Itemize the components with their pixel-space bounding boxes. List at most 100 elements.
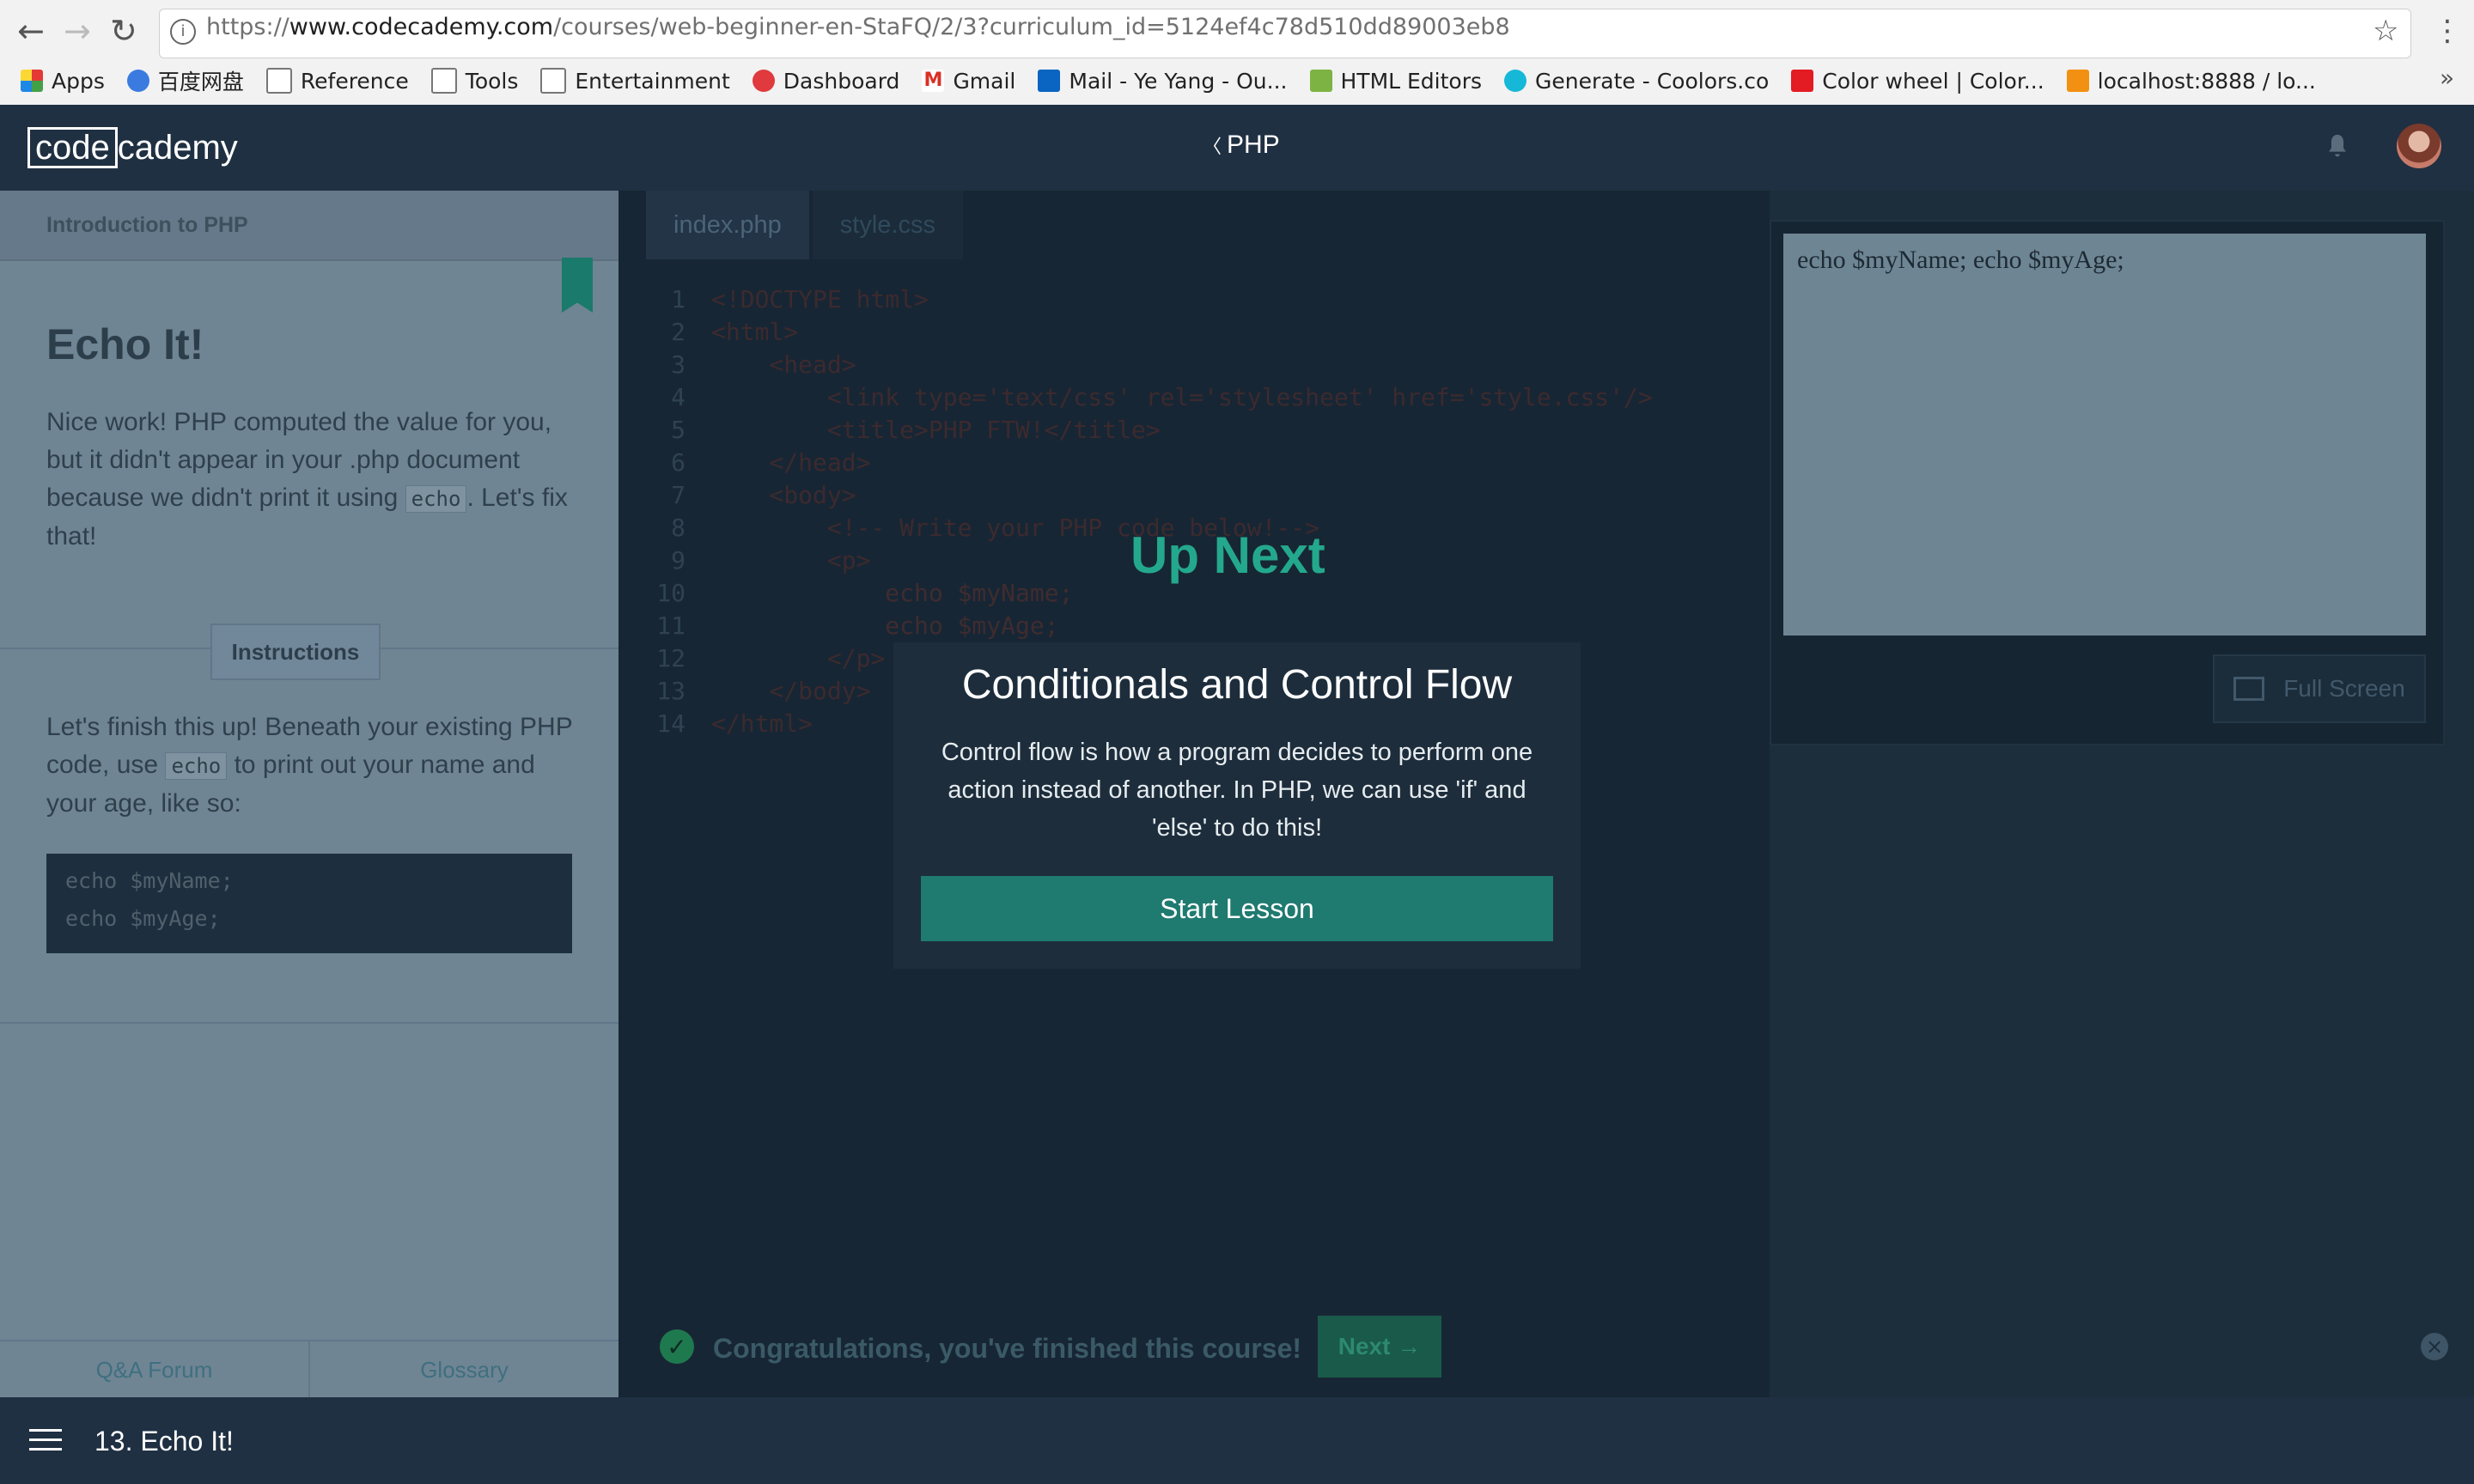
code-line: 5 <title>PHP FTW!</title> xyxy=(653,414,1653,447)
bookmark-coolors[interactable]: Generate - Coolors.co xyxy=(1504,69,1769,94)
course-title[interactable]: 〈 PHP xyxy=(1203,131,1280,160)
bookmark-tools[interactable]: Tools xyxy=(430,68,518,94)
info-icon[interactable]: i xyxy=(170,19,196,45)
example-code-block: echo $myName; echo $myAge; xyxy=(46,854,572,953)
line-number: 14 xyxy=(656,709,686,738)
chrome-menu-icon[interactable]: ⋮ xyxy=(2433,14,2462,48)
bookmark-html-editors[interactable]: HTML Editors xyxy=(1309,69,1482,94)
code-text: <!DOCTYPE html> xyxy=(711,285,929,313)
bookmark-localhost[interactable]: localhost:8888 / lo... xyxy=(2066,69,2316,94)
next-button[interactable]: Next → xyxy=(1318,1316,1441,1378)
html-icon xyxy=(1309,70,1332,92)
code-text: <title>PHP FTW!</title> xyxy=(711,416,1161,444)
line-number: 12 xyxy=(656,644,686,672)
line-number: 7 xyxy=(671,481,686,509)
modal-title: Conditionals and Control Flow xyxy=(961,662,1513,708)
bookmark-apps[interactable]: Apps xyxy=(21,69,105,94)
code-text: <html> xyxy=(711,318,799,346)
code-line: 3 <head> xyxy=(653,349,1653,381)
bell-icon[interactable] xyxy=(2323,132,2352,161)
code-text: <body> xyxy=(711,481,856,509)
bookmark-entertainment[interactable]: Entertainment xyxy=(540,68,730,94)
cloud-icon xyxy=(126,70,149,92)
hamburger-menu-icon[interactable] xyxy=(29,1429,62,1451)
code-line: 1 <!DOCTYPE html> xyxy=(653,283,1653,316)
folder-icon xyxy=(540,68,567,94)
congrats-message: Congratulations, you've finished this co… xyxy=(713,1333,1302,1364)
adobe-icon xyxy=(1791,70,1814,92)
chevron-left-icon: 〈 xyxy=(1203,136,1222,157)
bookmark-baidu[interactable]: 百度网盘 xyxy=(126,65,244,96)
divider xyxy=(0,1022,618,1024)
code-text: <head> xyxy=(711,350,856,379)
bookmarks-bar: Apps 百度网盘 Reference Tools Entertainment … xyxy=(21,64,2338,98)
current-lesson-label: 13. Echo It! xyxy=(94,1426,234,1457)
qa-forum-link[interactable]: Q&A Forum xyxy=(0,1341,310,1399)
apps-grid-icon xyxy=(21,70,43,92)
fullscreen-icon xyxy=(2233,677,2265,701)
line-number: 13 xyxy=(656,677,686,705)
bookmark-reference[interactable]: Reference xyxy=(265,68,409,94)
coolors-icon xyxy=(1504,70,1527,92)
folder-icon xyxy=(430,68,457,94)
code-line: 6 </head> xyxy=(653,447,1653,479)
gmail-icon: M xyxy=(922,70,945,92)
bookmark-gmail[interactable]: M Gmail xyxy=(922,69,1015,94)
fullscreen-button[interactable]: Full Screen xyxy=(2213,654,2426,723)
bookmarks-more[interactable]: » xyxy=(2440,64,2454,92)
bookmark-dashboard[interactable]: Dashboard xyxy=(752,69,899,94)
reload-icon[interactable]: ↻ xyxy=(110,12,137,50)
modal-description: Control flow is how a program decides to… xyxy=(941,739,1533,842)
code-line: echo $myAge; xyxy=(65,906,221,931)
breadcrumb[interactable]: Introduction to PHP xyxy=(46,213,248,238)
line-number: 9 xyxy=(671,546,686,575)
code-text: </p> xyxy=(711,644,886,672)
app-footer xyxy=(0,1397,2474,1484)
line-number: 11 xyxy=(656,611,686,640)
url-text: https://www.codecademy.com/courses/web-b… xyxy=(206,14,1510,40)
code-text: <link type='text/css' rel='stylesheet' h… xyxy=(711,383,1653,411)
lesson-title: Echo It! xyxy=(46,320,204,368)
tab-index-php[interactable]: index.php xyxy=(646,191,809,259)
line-number: 5 xyxy=(671,416,686,444)
preview-output: echo $myName; echo $myAge; xyxy=(1783,234,2426,636)
line-number: 4 xyxy=(671,383,686,411)
bookmark-star-icon[interactable]: ☆ xyxy=(2373,14,2398,48)
lesson-footer-links: Q&A Forum Glossary xyxy=(0,1340,618,1399)
code-text: </body> xyxy=(711,677,871,705)
code-line: echo $myName; xyxy=(65,868,234,893)
line-number: 10 xyxy=(656,579,686,607)
instructions-label: Instructions xyxy=(210,623,381,680)
code-line: 2 <html> xyxy=(653,316,1653,349)
folder-icon xyxy=(265,68,292,94)
forward-arrow-icon[interactable]: → xyxy=(64,12,91,50)
code-text: echo $myName; xyxy=(711,579,1074,607)
code-text: </html> xyxy=(711,709,813,738)
line-number: 8 xyxy=(671,514,686,542)
code-line: 11 echo $myAge; xyxy=(653,610,1653,642)
bookmark-outlook[interactable]: Mail - Ye Yang - Ou... xyxy=(1038,69,1288,94)
phpmyadmin-icon xyxy=(2066,70,2089,92)
start-lesson-button[interactable]: Start Lesson xyxy=(921,876,1553,941)
avatar[interactable] xyxy=(2397,124,2441,168)
code-text: </head> xyxy=(711,448,871,477)
close-icon[interactable]: × xyxy=(2421,1333,2448,1360)
line-number: 6 xyxy=(671,448,686,477)
up-next-heading: Up Next xyxy=(1130,526,1325,584)
line-number: 2 xyxy=(671,318,686,346)
code-text: <p> xyxy=(711,546,871,575)
line-number: 1 xyxy=(671,285,686,313)
tab-style-css[interactable]: style.css xyxy=(812,191,963,259)
lesson-intro: Nice work! PHP computed the value for yo… xyxy=(46,408,568,550)
check-circle-icon: ✓ xyxy=(660,1329,694,1364)
code-line: 4 <link type='text/css' rel='stylesheet'… xyxy=(653,381,1653,414)
bookmark-color-wheel[interactable]: Color wheel | Color... xyxy=(1791,69,2044,94)
glossary-link[interactable]: Glossary xyxy=(310,1341,618,1399)
dashboard-icon xyxy=(752,70,775,92)
back-arrow-icon[interactable]: ← xyxy=(17,12,45,50)
code-line: 7 <body> xyxy=(653,479,1653,512)
outlook-icon xyxy=(1038,70,1061,92)
line-number: 3 xyxy=(671,350,686,379)
codecademy-logo[interactable]: code cademy xyxy=(27,127,238,168)
code-text: echo $myAge; xyxy=(711,611,1059,640)
